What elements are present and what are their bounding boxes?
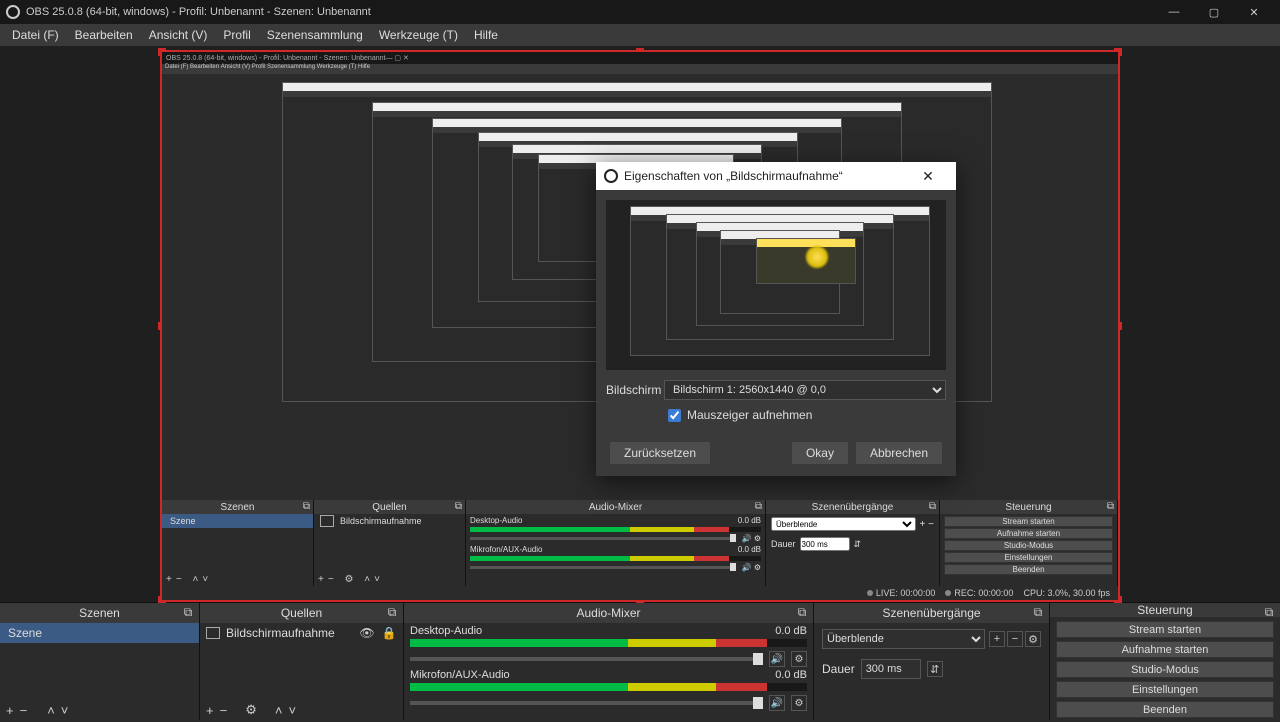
channel-settings-icon[interactable] (791, 695, 807, 711)
remove-source-button[interactable] (220, 703, 228, 718)
add-transition-button[interactable] (989, 631, 1005, 647)
nested-title: OBS 25.0.8 (64-bit, windows) - Profil: U… (166, 55, 385, 62)
reset-button[interactable]: Zurücksetzen (610, 442, 710, 464)
mute-icon[interactable] (769, 651, 785, 667)
mute-icon[interactable] (769, 695, 785, 711)
menu-view[interactable]: Ansicht (V) (141, 25, 216, 45)
start-stream-button[interactable]: Stream starten (1056, 621, 1274, 638)
display-field-label: Bildschirm (606, 383, 664, 397)
studio-mode-button[interactable]: Studio-Modus (1056, 661, 1274, 678)
properties-dialog: Eigenschaften von „Bildschirmaufnahme“ B… (596, 162, 956, 476)
add-scene-button[interactable] (6, 703, 14, 718)
menu-bar: Datei (F) Bearbeiten Ansicht (V) Profil … (0, 24, 1280, 46)
duration-input[interactable] (861, 659, 921, 679)
dialog-title: Eigenschaften von „Bildschirmaufnahme“ (624, 169, 843, 183)
transitions-dock: Szenenübergänge Überblende Dauer (814, 603, 1050, 720)
source-label: Bildschirmaufnahme (226, 626, 353, 640)
menu-edit[interactable]: Bearbeiten (67, 25, 141, 45)
cursor-highlight-icon (806, 246, 828, 268)
scenes-dock: Szenen Szene (0, 603, 200, 720)
scenes-title: Szenen (79, 606, 120, 620)
volume-slider[interactable] (410, 701, 763, 705)
transitions-title: Szenenübergänge (882, 606, 980, 620)
controls-title: Steuerung (1137, 603, 1192, 617)
docks-row: Szenen Szene Quellen Bildschirmaufnahme (0, 602, 1280, 720)
mixer-title: Audio-Mixer (576, 606, 640, 620)
transition-select[interactable]: Überblende (822, 629, 985, 649)
mixer-channel: Mikrofon/AUX-Audio 0.0 dB (404, 667, 813, 711)
channel-settings-icon[interactable] (791, 651, 807, 667)
audio-mixer-dock: Audio-Mixer Desktop-Audio 0.0 dB (404, 603, 814, 720)
start-record-button[interactable]: Aufnahme starten (1056, 641, 1274, 658)
window-titlebar: OBS 25.0.8 (64-bit, windows) - Profil: U… (0, 0, 1280, 24)
visibility-icon[interactable] (359, 626, 375, 640)
channel-name: Desktop-Audio (410, 625, 482, 637)
source-down-button[interactable] (288, 703, 296, 718)
capture-cursor-label: Mauszeiger aufnehmen (687, 408, 812, 422)
close-button[interactable] (1234, 0, 1274, 24)
remove-transition-button[interactable] (1007, 631, 1023, 647)
minimize-button[interactable] (1154, 0, 1194, 24)
popout-icon[interactable] (385, 605, 399, 619)
source-up-button[interactable] (275, 703, 283, 718)
volume-slider[interactable] (410, 657, 763, 661)
popout-icon[interactable] (1031, 605, 1045, 619)
channel-db: 0.0 dB (775, 669, 807, 681)
transition-settings-button[interactable] (1025, 631, 1041, 647)
channel-name: Mikrofon/AUX-Audio (410, 669, 510, 681)
channel-db: 0.0 dB (775, 625, 807, 637)
controls-dock: Steuerung Stream starten Aufnahme starte… (1050, 603, 1280, 720)
mixer-channel: Desktop-Audio 0.0 dB (404, 623, 813, 667)
dialog-preview (606, 200, 946, 370)
audio-meter (410, 683, 807, 691)
lock-icon[interactable] (381, 626, 397, 640)
display-select[interactable]: Bildschirm 1: 2560x1440 @ 0,0 (664, 380, 946, 400)
obs-logo-icon (604, 169, 618, 183)
exit-button[interactable]: Beenden (1056, 701, 1274, 718)
settings-button[interactable]: Einstellungen (1056, 681, 1274, 698)
audio-meter (410, 639, 807, 647)
menu-profile[interactable]: Profil (215, 25, 258, 45)
sources-title: Quellen (281, 606, 322, 620)
menu-file[interactable]: Datei (F) (4, 25, 67, 45)
source-item[interactable]: Bildschirmaufnahme (200, 623, 403, 643)
source-properties-button[interactable] (245, 702, 257, 718)
add-source-button[interactable] (206, 703, 214, 718)
display-capture-icon (206, 627, 220, 639)
nested-docks: Szenen Szene Quellen Bildschirmaufnahme … (162, 500, 1118, 586)
sources-dock: Quellen Bildschirmaufnahme (200, 603, 404, 720)
cancel-button[interactable]: Abbrechen (856, 442, 942, 464)
scene-down-button[interactable] (61, 703, 69, 718)
popout-icon[interactable] (795, 605, 809, 619)
maximize-button[interactable] (1194, 0, 1234, 24)
menu-help[interactable]: Hilfe (466, 25, 506, 45)
remove-scene-button[interactable] (20, 703, 28, 718)
scene-up-button[interactable] (47, 703, 55, 718)
dialog-close-button[interactable] (908, 162, 948, 190)
scene-item[interactable]: Szene (0, 623, 199, 643)
menu-scenecol[interactable]: Szenensammlung (259, 25, 371, 45)
window-title: OBS 25.0.8 (64-bit, windows) - Profil: U… (26, 6, 371, 18)
duration-label: Dauer (822, 662, 855, 676)
ok-button[interactable]: Okay (792, 442, 848, 464)
menu-tools[interactable]: Werkzeuge (T) (371, 25, 466, 45)
duration-stepper[interactable] (927, 661, 943, 677)
popout-icon[interactable] (181, 605, 195, 619)
obs-logo-icon (6, 5, 20, 19)
capture-cursor-checkbox[interactable] (668, 409, 681, 422)
nested-status-bar: LIVE: 00:00:00 REC: 00:00:00 CPU: 3.0%, … (162, 586, 1118, 600)
